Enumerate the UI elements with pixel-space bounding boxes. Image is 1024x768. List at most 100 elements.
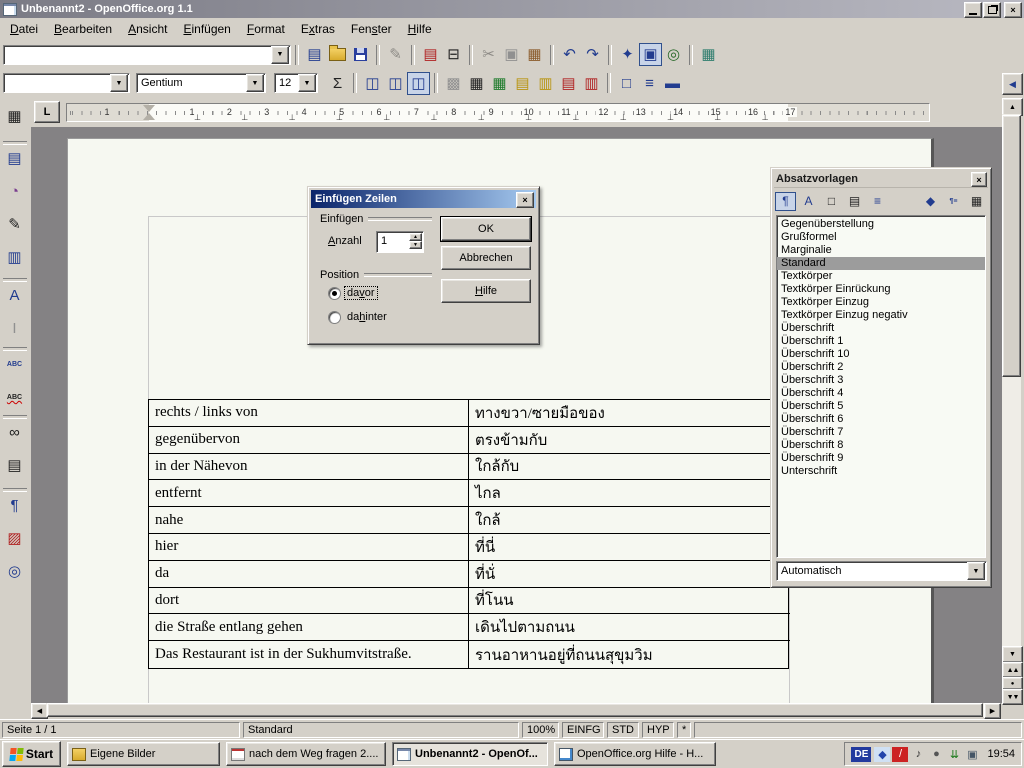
radio-dahinter[interactable]	[328, 311, 341, 324]
table-cell-german[interactable]: hier	[149, 534, 469, 561]
save-icon[interactable]	[349, 43, 372, 66]
cell-optimize-icon[interactable]: ◫	[407, 72, 430, 95]
gallery-icon[interactable]: ▦	[697, 43, 720, 66]
character-styles-icon[interactable]: A	[798, 192, 819, 211]
table-borders-icon[interactable]: ▦	[465, 72, 488, 95]
table-cell-thai[interactable]: ทางขวา/ซายมือของ	[469, 400, 790, 427]
table-cell-thai[interactable]: ใกล้กับ	[469, 454, 790, 481]
style-list-item-überschrift-8[interactable]: Überschrift 8	[777, 439, 985, 452]
style-list-item-grußformel[interactable]: Grußformel	[777, 231, 985, 244]
copy-icon[interactable]: ▣	[500, 43, 523, 66]
taskbar-button-eigene-bilder[interactable]: Eigene Bilder	[67, 742, 220, 766]
graphics-onoff-icon[interactable]: ▨	[3, 527, 26, 550]
style-list-item-textkörper-einzug[interactable]: Textkörper Einzug	[777, 296, 985, 309]
insert-row-icon[interactable]: ▤	[511, 72, 534, 95]
style-list-item-überschrift-4[interactable]: Überschrift 4	[777, 387, 985, 400]
url-dropdown-icon[interactable]: ▼	[271, 46, 289, 64]
menu-ansicht[interactable]: Ansicht	[120, 20, 175, 38]
online-layout-icon[interactable]: ◎	[3, 560, 26, 583]
font-name-combobox[interactable]: Gentium ▼	[136, 73, 266, 93]
spellcheck-icon[interactable]: ABC	[3, 353, 26, 376]
new-document-icon[interactable]: ▤	[303, 43, 326, 66]
tab-selector-button[interactable]: L	[34, 101, 60, 123]
antivirus-icon[interactable]: /	[892, 747, 908, 762]
print-icon[interactable]: ⊟	[442, 43, 465, 66]
styles-list[interactable]: GegenüberstellungGrußformelMarginalieSta…	[776, 215, 986, 558]
new-style-from-selection-icon[interactable]: ¶≡	[943, 192, 964, 211]
delete-column-icon[interactable]: ▥	[580, 72, 603, 95]
style-list-item-textkörper-einrückung[interactable]: Textkörper Einrückung	[777, 283, 985, 296]
network-icon[interactable]: ▣	[964, 747, 980, 762]
table-cell-german[interactable]: gegenübervon	[149, 427, 469, 454]
style-filter-combobox[interactable]: Automatisch ▼	[776, 561, 987, 581]
table-cell-german[interactable]: dort	[149, 588, 469, 615]
style-list-item-gegenüberstellung[interactable]: Gegenüberstellung	[777, 218, 985, 231]
status-empty-field[interactable]	[694, 722, 1022, 738]
modified-flag[interactable]: *	[677, 722, 691, 738]
paste-icon[interactable]: ▦	[523, 43, 546, 66]
menu-datei[interactable]: Datei	[2, 20, 46, 38]
filter-dropdown-icon[interactable]: ▼	[967, 562, 985, 580]
draw-functions-icon[interactable]: ✎	[3, 213, 26, 236]
taskbar-clock[interactable]: 19:54	[987, 748, 1015, 760]
menu-hilfe[interactable]: Hilfe	[400, 20, 440, 38]
taskbar-button-openoffice-org-hilfe-h-[interactable]: OpenOffice.org Hilfe - H...	[554, 742, 716, 766]
style-dropdown-icon[interactable]: ▼	[110, 74, 128, 92]
hyperlink-mode-indicator[interactable]: HYP	[642, 722, 674, 738]
vscroll-thumb[interactable]	[1002, 115, 1021, 377]
table-cell-thai[interactable]: ไกล	[469, 480, 790, 507]
menu-fenster[interactable]: Fenster	[343, 20, 400, 38]
paragraph-styles-icon[interactable]: ¶	[775, 192, 796, 211]
indent-marker-top-icon[interactable]	[143, 105, 155, 112]
radio-davor-label[interactable]: davor	[345, 287, 377, 299]
radio-dahinter-label[interactable]: dahinter	[345, 311, 389, 323]
insert-fields-icon[interactable]: ▤	[3, 147, 26, 170]
table-cell-thai[interactable]: ใกล้	[469, 507, 790, 534]
menu-einfügen[interactable]: Einfügen	[175, 20, 238, 38]
menu-format[interactable]: Format	[239, 20, 293, 38]
url-combobox[interactable]: ▼	[3, 45, 291, 65]
hscroll-thumb[interactable]	[47, 703, 983, 717]
style-list-item-überschrift-2[interactable]: Überschrift 2	[777, 361, 985, 374]
taskbar-button-nach-dem-weg-fragen-2-[interactable]: nach dem Weg fragen 2....	[226, 742, 386, 766]
insert-mode-indicator[interactable]: EINFG	[562, 722, 604, 738]
font-dropdown-icon[interactable]: ▼	[246, 74, 264, 92]
table-cell-german[interactable]: nahe	[149, 507, 469, 534]
style-list-item-textkörper-einzug-negativ[interactable]: Textkörper Einzug negativ	[777, 309, 985, 322]
style-list-item-überschrift-1[interactable]: Überschrift 1	[777, 335, 985, 348]
cut-icon[interactable]: ✂	[477, 43, 500, 66]
vscroll-down-icon[interactable]: ▼	[1002, 646, 1023, 663]
radio-davor[interactable]	[328, 287, 341, 300]
style-list-item-marginalie[interactable]: Marginalie	[777, 244, 985, 257]
sum-icon[interactable]: Σ	[326, 72, 349, 95]
previous-page-icon[interactable]: ▲▲	[1002, 662, 1023, 678]
insert-column-icon[interactable]: ▥	[534, 72, 557, 95]
cell-split-icon[interactable]: ◫	[384, 72, 407, 95]
update-style-icon[interactable]: ▦	[966, 192, 987, 211]
data-sources-icon[interactable]: ▤	[3, 454, 26, 477]
update-icon[interactable]: ⇊	[946, 747, 962, 762]
quickstarter-icon[interactable]: ◆	[874, 747, 890, 762]
mouse-icon[interactable]: ●	[928, 747, 944, 762]
style-list-item-standard[interactable]: Standard	[777, 257, 985, 270]
stylist-icon[interactable]: ▣	[639, 43, 662, 66]
table-cell-thai[interactable]: ตรงข้ามกับ	[469, 427, 790, 454]
menu-extras[interactable]: Extras	[293, 20, 343, 38]
style-list-item-überschrift-9[interactable]: Überschrift 9	[777, 452, 985, 465]
style-list-item-überschrift-6[interactable]: Überschrift 6	[777, 413, 985, 426]
form-functions-icon[interactable]: ▥	[3, 246, 26, 269]
autospellcheck-icon[interactable]: ABC	[3, 386, 26, 409]
style-list-item-unterschrift[interactable]: Unterschrift	[777, 465, 985, 478]
cell-merge-icon[interactable]: ◫	[361, 72, 384, 95]
cancel-button[interactable]: Abbrechen	[441, 246, 531, 270]
ok-button[interactable]: OK	[441, 217, 531, 241]
borders-icon[interactable]: □	[615, 72, 638, 95]
edit-file-icon[interactable]: ✎	[384, 43, 407, 66]
font-size-combobox[interactable]: 12 ▼	[274, 73, 318, 93]
paragraph-style-combobox[interactable]: ▼	[3, 73, 130, 93]
delete-row-icon[interactable]: ▤	[557, 72, 580, 95]
restore-button[interactable]	[983, 2, 1001, 18]
open-icon[interactable]	[326, 43, 349, 66]
table-cell-german[interactable]: rechts / links von	[149, 400, 469, 427]
export-pdf-icon[interactable]: ▤	[419, 43, 442, 66]
